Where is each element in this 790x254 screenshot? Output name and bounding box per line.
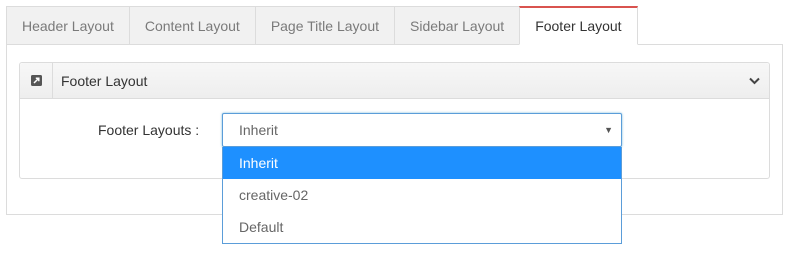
footer-layouts-dropdown: Inherit creative-02 Default (222, 147, 622, 244)
tab-sidebar-layout[interactable]: Sidebar Layout (394, 6, 520, 45)
box-title: Footer Layout (61, 72, 148, 89)
option-default[interactable]: Default (223, 211, 621, 243)
box-header[interactable]: Footer Layout (20, 63, 769, 99)
box-toggle[interactable] (739, 63, 769, 98)
select-arrow-icon: ▼ (604, 125, 613, 135)
footer-layouts-select[interactable]: Inherit ▼ (222, 113, 622, 147)
tab-header-layout[interactable]: Header Layout (6, 6, 129, 45)
chevron-down-icon (748, 77, 760, 84)
option-creative-02[interactable]: creative-02 (223, 179, 621, 211)
select-value: Inherit (239, 122, 278, 138)
layout-tabs: Header Layout Content Layout Page Title … (6, 6, 638, 45)
option-inherit[interactable]: Inherit (223, 147, 621, 179)
footer-layouts-label: Footer Layouts : (98, 122, 200, 138)
tab-content-layout[interactable]: Content Layout (128, 6, 255, 45)
external-link-icon (30, 75, 42, 86)
tab-page-title-layout[interactable]: Page Title Layout (254, 6, 394, 45)
tab-footer-layout[interactable]: Footer Layout (519, 6, 638, 45)
box-icon-container (20, 63, 53, 98)
